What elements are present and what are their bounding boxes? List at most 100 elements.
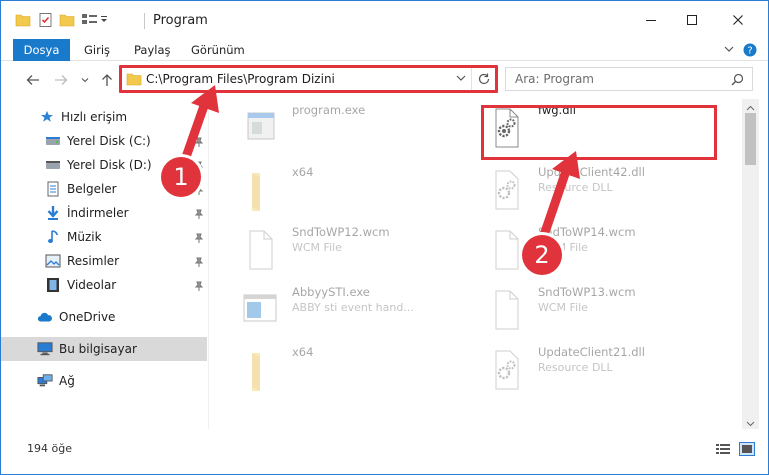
file-item-fwg-dll[interactable]: fwg.dll: [464, 99, 704, 155]
minimize-button[interactable]: [628, 1, 674, 39]
file-item[interactable]: SndToWP12.wcm WCM File: [218, 221, 458, 277]
file-name: SndToWP13.wcm: [538, 285, 636, 299]
sidebar-item-label: İndirmeler: [67, 206, 129, 220]
file-item[interactable]: UpdateClient21.dll Resource DLL: [464, 341, 704, 397]
large-icons-view-icon[interactable]: [739, 442, 755, 456]
file-list: program.exe x64 SndToWP12.wcm WCM File A…: [210, 99, 742, 429]
ribbon-tabs: Dosya Giriş Paylaş Görünüm ?: [1, 39, 768, 61]
sidebar-item-label: Resimler: [67, 254, 120, 268]
up-arrow-icon: [102, 74, 112, 86]
file-icon: [484, 285, 528, 333]
download-icon: [45, 205, 61, 221]
file-name: fwg.dll: [538, 103, 576, 117]
callout-badge-2: 2: [522, 235, 562, 275]
minimize-icon: [646, 20, 656, 21]
pin-icon[interactable]: [194, 136, 204, 150]
file-icon: [484, 225, 528, 273]
sidebar-item-label: Müzik: [67, 230, 102, 244]
sidebar-item-onedrive[interactable]: OneDrive: [1, 305, 207, 329]
tab-share[interactable]: Paylaş: [134, 39, 171, 61]
maximize-icon: [687, 15, 697, 25]
tab-home[interactable]: Giriş: [84, 39, 110, 61]
refresh-button[interactable]: [471, 68, 495, 90]
file-item[interactable]: x64: [218, 161, 458, 217]
tab-file[interactable]: Dosya: [13, 39, 70, 61]
sidebar-item-pictures[interactable]: Resimler: [1, 249, 207, 273]
file-item[interactable]: x64: [218, 341, 458, 397]
network-icon: [37, 373, 53, 389]
close-button[interactable]: [715, 1, 761, 39]
file-name: program.exe: [292, 103, 366, 117]
scroll-down-icon[interactable]: [746, 417, 755, 427]
properties-icon[interactable]: [38, 12, 54, 30]
music-icon: [45, 229, 61, 245]
computer-icon: [37, 341, 53, 357]
search-box[interactable]: Ara: Program: [505, 67, 753, 91]
file-name: x64: [292, 165, 314, 179]
window-title: Program: [153, 13, 208, 28]
new-folder-icon[interactable]: [59, 12, 75, 30]
expand-ribbon-icon[interactable]: [723, 43, 735, 57]
cloud-icon: [37, 309, 53, 325]
file-name: UpdateClient21.dll: [538, 345, 645, 359]
file-item[interactable]: UpdateClient42.dll Resource DLL: [464, 161, 704, 217]
back-button[interactable]: [23, 70, 43, 90]
drive-icon: [45, 157, 61, 173]
recent-locations-button[interactable]: [75, 70, 95, 90]
customize-toolbar-icon[interactable]: [81, 12, 111, 30]
search-icon: [731, 73, 744, 89]
sidebar-item-this-pc[interactable]: Bu bilgisayar: [1, 337, 207, 361]
pin-icon[interactable]: [194, 232, 204, 246]
title-separator: [144, 13, 145, 29]
pin-icon[interactable]: [194, 280, 204, 294]
tab-view[interactable]: Görünüm: [191, 39, 245, 61]
forward-button[interactable]: [51, 70, 71, 90]
navigation-pane: Hızlı erişim Yerel Disk (C:) Yerel Disk …: [1, 99, 209, 429]
sidebar-item-label: Videolar: [67, 278, 117, 292]
sidebar-item-local-disk-c[interactable]: Yerel Disk (C:): [1, 129, 207, 153]
back-arrow-icon: [26, 75, 39, 85]
up-button[interactable]: [97, 70, 117, 90]
drive-icon: [45, 133, 61, 149]
file-name: x64: [292, 345, 314, 359]
file-name: SndToWP14.wcm: [538, 225, 636, 239]
application-window-icon: [238, 285, 282, 333]
file-description: Resource DLL: [538, 361, 613, 374]
pin-icon[interactable]: [194, 256, 204, 270]
title-bar: Program: [1, 1, 768, 39]
sidebar-item-downloads[interactable]: İndirmeler: [1, 201, 207, 225]
sidebar-item-music[interactable]: Müzik: [1, 225, 207, 249]
scroll-up-icon[interactable]: [746, 102, 755, 111]
sidebar-item-label: Bu bilgisayar: [59, 342, 137, 356]
sidebar-item-label: Belgeler: [67, 182, 117, 196]
folder-icon[interactable]: [15, 12, 31, 30]
sidebar-item-label: OneDrive: [59, 310, 116, 324]
folder-icon: [238, 165, 282, 213]
pin-icon[interactable]: [194, 208, 204, 222]
sidebar-item-videos[interactable]: Videolar: [1, 273, 207, 297]
item-count: 194 öğe: [27, 442, 72, 455]
sidebar-item-label: Hızlı erişim: [61, 110, 128, 124]
file-item[interactable]: program.exe: [218, 99, 458, 155]
file-description: Resource DLL: [538, 181, 613, 194]
search-input[interactable]: Ara: Program: [515, 72, 594, 86]
scrollbar-thumb[interactable]: [745, 113, 756, 165]
address-dropdown-icon[interactable]: [455, 72, 467, 87]
file-item[interactable]: SndToWP14.wcm WCM File: [464, 221, 704, 277]
maximize-button[interactable]: [669, 1, 715, 39]
callout-badge-1: 1: [161, 157, 201, 197]
file-item[interactable]: SndToWP13.wcm WCM File: [464, 281, 704, 337]
dll-gear-icon: [484, 103, 528, 151]
folder-icon: [238, 345, 282, 393]
details-view-icon[interactable]: [715, 442, 731, 456]
help-icon[interactable]: ?: [743, 43, 757, 57]
forward-arrow-icon: [55, 75, 68, 85]
explorer-window: Program Dosya Giriş Paylaş Görünüm ? C:\…: [0, 0, 769, 475]
application-icon: [238, 103, 282, 151]
vertical-scrollbar[interactable]: [742, 99, 759, 429]
sidebar-item-network[interactable]: Ağ: [1, 369, 207, 393]
address-bar[interactable]: C:\Program Files\Program Dizini: [121, 67, 496, 91]
documents-icon: [45, 181, 61, 197]
file-item[interactable]: AbbyySTI.exe ABBY sti event hand...: [218, 281, 458, 337]
sidebar-item-quick-access[interactable]: Hızlı erişim: [1, 105, 207, 129]
